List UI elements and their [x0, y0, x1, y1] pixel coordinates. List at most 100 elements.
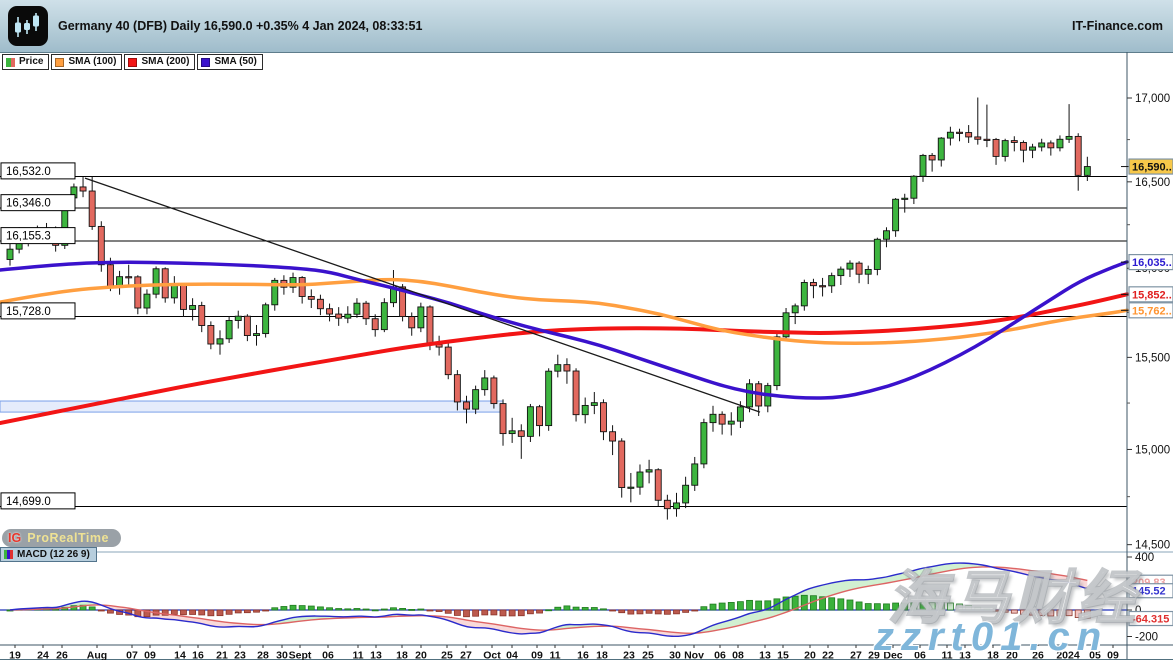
candle-down	[664, 500, 670, 508]
macd-indicator-label[interactable]: MACD (12 26 9)	[0, 547, 97, 562]
candle-up	[546, 371, 552, 425]
candle-down	[126, 277, 132, 278]
candle-down	[107, 265, 113, 287]
legend-chip-label: SMA (200)	[141, 56, 189, 68]
candle-up	[829, 276, 835, 286]
xaxis-label: 11	[352, 650, 363, 660]
candle-down	[464, 402, 470, 409]
macd-bar	[628, 610, 634, 614]
candle-up	[628, 487, 634, 488]
macd-bar	[728, 602, 734, 610]
candle-down	[308, 296, 314, 299]
candle-down	[610, 432, 616, 441]
macd-bar	[208, 610, 214, 616]
header-bar: Germany 40 (DFB) Daily 16,590.0 +0.35% 4…	[0, 0, 1173, 53]
candle-up	[865, 269, 871, 274]
macd-bar	[500, 610, 506, 616]
candle-up	[354, 303, 360, 314]
macd-bar	[856, 602, 862, 610]
level-label-text: 16,346.0	[6, 198, 51, 210]
candle-up	[646, 470, 652, 472]
xaxis-label: 25	[642, 650, 654, 660]
candle-down	[820, 286, 826, 287]
macd-bar	[975, 607, 981, 610]
candle-down	[317, 299, 323, 308]
xaxis-label: 13	[370, 650, 382, 660]
price-chart-canvas[interactable]: 16,532.016,346.016,155.315,728.014,699.0…	[0, 52, 1173, 660]
candle-down	[208, 326, 214, 345]
macd-bar	[1066, 610, 1072, 616]
prorealtime-logo[interactable]: IG ProRealTime	[2, 529, 121, 547]
candle-up	[591, 403, 597, 406]
tag-text: 15,852..	[1132, 289, 1172, 301]
xaxis-label: 19	[9, 650, 21, 660]
sma100-line[interactable]	[0, 280, 1127, 344]
xaxis-label: 11	[941, 650, 952, 660]
candle-up	[345, 314, 351, 318]
macd-bar	[345, 609, 351, 610]
tag-text: 15,762..	[1132, 305, 1172, 317]
candle-down	[856, 263, 862, 274]
macd-bar	[938, 603, 944, 610]
xaxis-label: 09	[144, 650, 156, 660]
candle-up	[144, 294, 150, 308]
candle-up	[1039, 143, 1045, 147]
candle-down	[454, 375, 460, 402]
macd-bar	[244, 610, 250, 613]
macd-bar	[865, 604, 871, 610]
macd-bar	[1020, 610, 1026, 614]
candle-up	[673, 503, 679, 509]
macd-bar	[920, 602, 926, 610]
tag-text: 16,590..	[1132, 162, 1172, 174]
xaxis-label: 23	[623, 650, 635, 660]
macd-bar	[418, 609, 424, 610]
candle-up	[7, 249, 13, 259]
legend-chip-sma-50[interactable]: SMA (50)	[197, 54, 262, 70]
macd-bar	[327, 608, 333, 610]
macd-bar	[98, 610, 104, 611]
x-axis: 192426Aug0709141621232830Sept06111318202…	[9, 645, 1119, 660]
macd-bar	[874, 604, 880, 610]
candle-up	[710, 414, 716, 422]
macd-bar	[838, 599, 844, 610]
macd-bar	[737, 602, 743, 610]
candle-down	[372, 319, 378, 330]
candle-up	[217, 339, 223, 344]
macd-bar	[1084, 610, 1090, 618]
level-label-text: 16,155.3	[6, 231, 51, 243]
legend-chip-price[interactable]: Price	[2, 54, 49, 70]
xaxis-label: 23	[234, 650, 246, 660]
xaxis-label: 09	[531, 650, 543, 660]
candle-down	[445, 347, 451, 375]
macd-bar	[993, 610, 999, 611]
xaxis-label: 30	[669, 650, 681, 660]
xaxis-label: 16	[577, 650, 589, 660]
legend-chip-sma-100[interactable]: SMA (100)	[51, 54, 122, 70]
candle-down	[327, 309, 333, 314]
candle-up	[838, 269, 844, 276]
candle-up	[1002, 141, 1008, 157]
candle-up	[254, 334, 260, 336]
candle-up	[1066, 136, 1072, 139]
macd-bar	[290, 605, 296, 610]
xaxis-label: 13	[759, 650, 771, 660]
macd-bar	[427, 610, 433, 611]
legend-chip-sma-200[interactable]: SMA (200)	[124, 54, 195, 70]
macd-bar	[1011, 610, 1017, 613]
macd-bar	[272, 608, 278, 610]
xaxis-label: 08	[732, 650, 744, 660]
candle-down	[336, 314, 342, 318]
candle-up	[509, 431, 515, 434]
xaxis-label: 27	[850, 650, 862, 660]
price-axis: 17,00016,50016,00015,50015,00014,5004000…	[1127, 93, 1170, 644]
macd-bar	[354, 608, 360, 610]
price-axis-label: 17,000	[1135, 93, 1170, 105]
source-label: IT-Finance.com	[1072, 0, 1163, 52]
macd-bar	[409, 609, 415, 610]
candle-down	[363, 303, 369, 319]
level-label-text: 16,532.0	[6, 166, 51, 178]
macd-bar	[564, 606, 570, 610]
macd-bar	[400, 608, 406, 610]
xaxis-label: 15	[777, 650, 789, 660]
candle-down	[619, 441, 625, 487]
